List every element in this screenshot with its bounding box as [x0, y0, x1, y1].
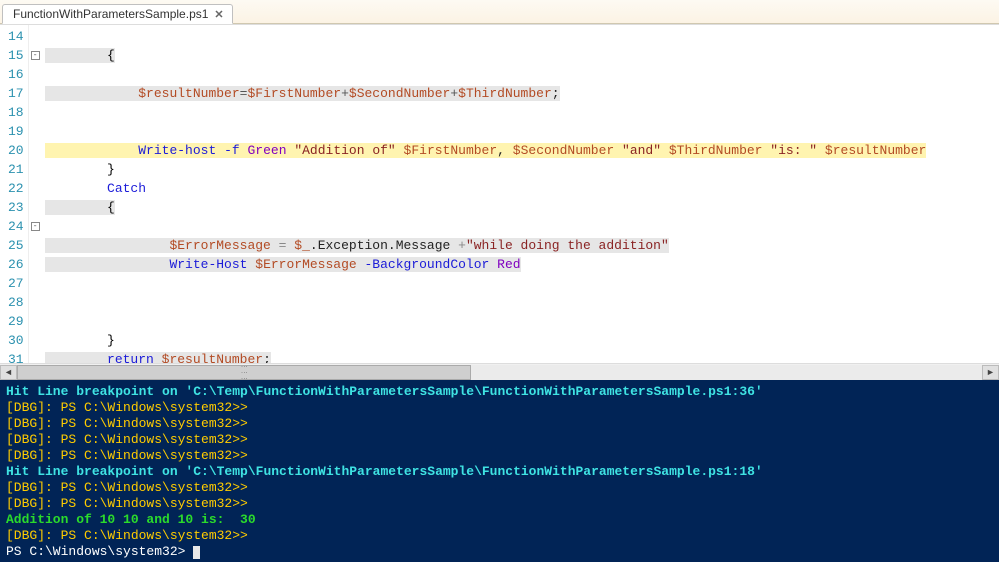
console-line: [DBG]: PS C:\Windows\system32>> [6, 416, 993, 432]
console-line: Addition of 10 10 and 10 is: 30 [6, 512, 993, 528]
console-line: Hit Line breakpoint on 'C:\Temp\Function… [6, 464, 993, 480]
console-line: [DBG]: PS C:\Windows\system32>> [6, 480, 993, 496]
console-line: [DBG]: PS C:\Windows\system32>> [6, 400, 993, 416]
scroll-track[interactable] [17, 365, 982, 380]
file-tab[interactable]: FunctionWithParametersSample.ps1 ✕ [2, 4, 233, 24]
tab-filename: FunctionWithParametersSample.ps1 [13, 7, 208, 21]
tab-close-icon[interactable]: ✕ [214, 8, 223, 21]
console-line: [DBG]: PS C:\Windows\system32>> [6, 448, 993, 464]
fold-toggle-icon[interactable]: - [31, 222, 40, 231]
code-text[interactable]: { $resultNumber=$FirstNumber+$SecondNumb… [43, 25, 999, 363]
tab-bar: FunctionWithParametersSample.ps1 ✕ [0, 0, 999, 24]
cursor-icon [193, 546, 200, 559]
horizontal-scrollbar[interactable]: ◄ ► [0, 363, 999, 380]
console-line: [DBG]: PS C:\Windows\system32>> [6, 432, 993, 448]
scroll-left-arrow-icon[interactable]: ◄ [0, 365, 17, 380]
console-line: Hit Line breakpoint on 'C:\Temp\Function… [6, 384, 993, 400]
console-line: [DBG]: PS C:\Windows\system32>> [6, 528, 993, 544]
fold-column: -- [29, 25, 43, 363]
scroll-thumb[interactable] [17, 365, 471, 380]
console-line: PS C:\Windows\system32> [6, 544, 993, 560]
console-pane[interactable]: Hit Line breakpoint on 'C:\Temp\Function… [0, 380, 999, 562]
fold-toggle-icon[interactable]: - [31, 51, 40, 60]
scroll-right-arrow-icon[interactable]: ► [982, 365, 999, 380]
editor-area: 14 15 16 17 18 19 20 21 22 23 24 25 26 2… [0, 24, 999, 380]
console-line: [DBG]: PS C:\Windows\system32>> [6, 496, 993, 512]
code-pane[interactable]: 14 15 16 17 18 19 20 21 22 23 24 25 26 2… [0, 25, 999, 363]
line-number-gutter: 14 15 16 17 18 19 20 21 22 23 24 25 26 2… [0, 25, 29, 363]
